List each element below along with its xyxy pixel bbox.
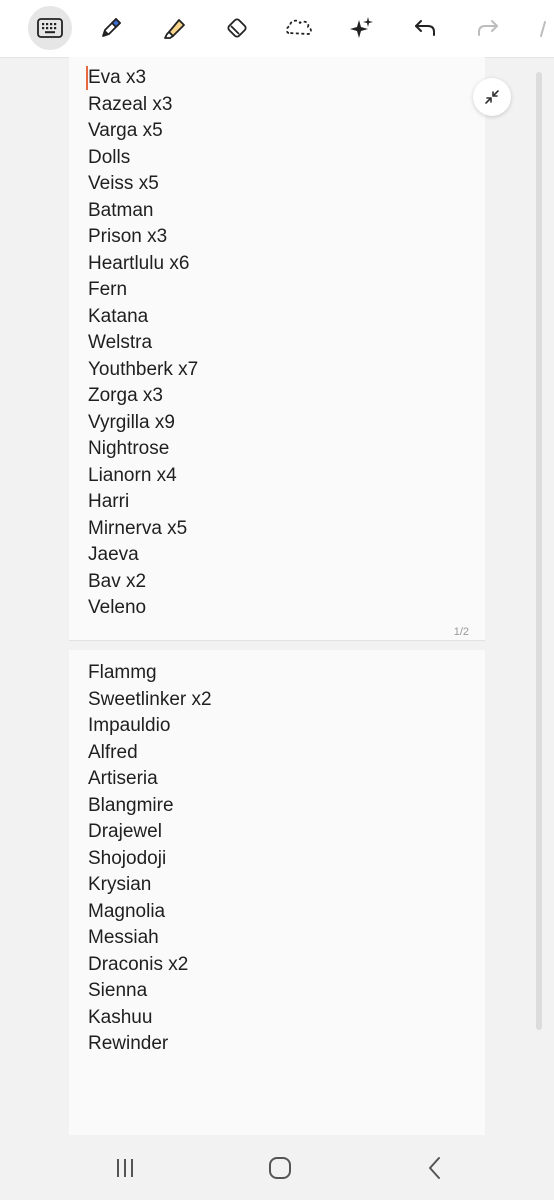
back-icon[interactable] [413,1153,457,1183]
text-line: Blangmire [88,794,174,816]
text-line: Vyrgilla x9 [88,411,175,433]
text-line: Heartlulu x6 [88,252,190,274]
text-line: Razeal x3 [88,93,173,115]
eraser-icon[interactable] [215,6,259,50]
text-line: Krysian [88,874,152,895]
text-line: Nightrose [88,438,170,459]
pen-icon[interactable] [89,6,133,50]
toolbar [0,0,554,58]
page-2-text[interactable]: Flammg Sweetlinker x2 Impauldio Alfred A… [88,660,212,1058]
collapse-button[interactable] [473,78,511,116]
text-line: Bav x2 [88,570,147,592]
text-line: Artiseria [88,768,158,789]
text-line: Shojodoji [88,847,167,869]
text-line: Messiah [88,927,159,948]
scrollbar[interactable] [536,72,542,1030]
text-line: Harri [88,491,130,512]
text-line: Welstra [88,332,153,353]
text-line: Veiss x5 [88,173,159,194]
text-line: Eva x3 [88,67,147,88]
text-line: Fern [88,279,128,300]
text-line: Veleno [88,597,147,618]
text-line: Flammg [88,662,157,683]
sparkle-icon[interactable] [340,6,384,50]
text-line: Katana [88,305,149,327]
text-line: Youthberk x7 [88,358,199,380]
text-line: Dolls [88,146,131,168]
page-1-text[interactable]: Eva x3 Razeal x3 Varga x5 Dolls Veiss x5… [88,65,198,622]
text-line: Mirnerva x5 [88,517,188,539]
text-line: Impauldio [88,715,171,736]
recent-apps-icon[interactable] [103,1153,147,1183]
redo-icon[interactable] [466,6,510,50]
text-line: Batman [88,199,154,221]
text-line: Alfred [88,741,138,763]
text-line: Draconis x2 [88,953,189,975]
text-line: Sienna [88,980,148,1001]
more-tools-icon[interactable] [530,6,554,50]
home-icon[interactable] [258,1153,302,1183]
text-cursor [86,66,88,90]
text-line: Zorga x3 [88,385,163,406]
text-line: Jaeva [88,544,139,565]
text-line: Rewinder [88,1033,169,1054]
text-line: Prison x3 [88,226,168,247]
text-line: Sweetlinker x2 [88,688,212,710]
text-line: Lianorn x4 [88,464,177,486]
text-line: Kashuu [88,1006,153,1028]
text-line: Magnolia [88,900,166,922]
system-nav-bar [0,1135,554,1200]
collapse-icon [485,90,499,104]
text-line: Drajewel [88,821,162,842]
highlighter-icon[interactable] [152,6,196,50]
page-number: 1/2 [453,626,469,638]
note-page-1[interactable]: Eva x3 Razeal x3 Varga x5 Dolls Veiss x5… [69,57,485,641]
keyboard-icon[interactable] [28,6,72,50]
undo-icon[interactable] [403,6,447,50]
lasso-icon[interactable] [277,6,321,50]
note-page-2[interactable]: Flammg Sweetlinker x2 Impauldio Alfred A… [69,650,485,1135]
text-line: Varga x5 [88,120,163,141]
